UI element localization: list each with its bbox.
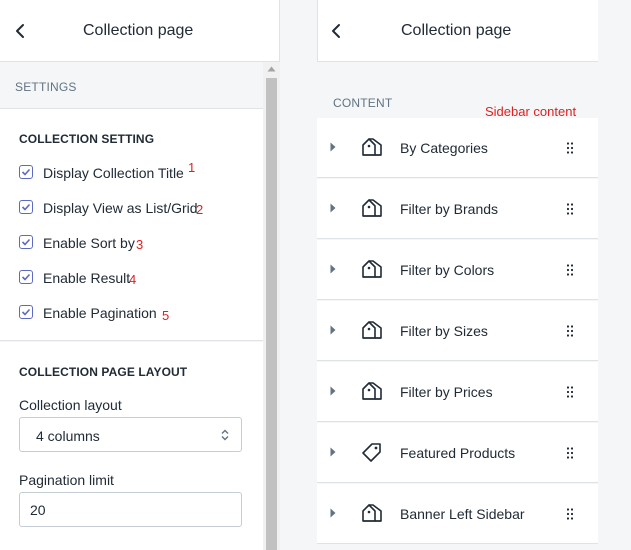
scroll-up-arrow-icon[interactable] — [267, 66, 276, 72]
checkbox-checked[interactable] — [19, 200, 33, 214]
checkmark-icon — [21, 203, 31, 211]
block-label: Filter by Prices — [400, 384, 493, 400]
checkmark-icon — [21, 308, 31, 316]
section-icon — [362, 138, 382, 156]
checkbox-display-collection-title[interactable]: Display Collection Title 1 — [19, 160, 259, 182]
collection-setting-heading: COLLECTION SETTING — [19, 132, 155, 146]
page-title: Collection page — [83, 22, 194, 39]
sidebar-block-item[interactable]: Banner Left Sidebar — [317, 484, 598, 544]
checkbox-label: Enable Result — [43, 270, 131, 286]
checkbox-label: Enable Pagination — [43, 305, 157, 321]
annotation-number: 5 — [162, 308, 170, 323]
section-icon — [362, 382, 382, 400]
expand-caret-icon[interactable] — [330, 508, 336, 518]
collection-layout-value: 4 columns — [36, 428, 100, 444]
expand-caret-icon[interactable] — [330, 386, 336, 396]
checkbox-enable-pagination[interactable]: Enable Pagination 5 — [19, 304, 259, 323]
block-label: Filter by Colors — [400, 262, 495, 278]
collection-page-layout-heading: COLLECTION PAGE LAYOUT — [19, 365, 188, 379]
checkmark-icon — [21, 238, 31, 246]
block-icon — [361, 503, 383, 528]
select-caret-icon — [221, 429, 229, 441]
right-content-panel: Collection page CONTENT Sidebar content … — [280, 0, 631, 550]
scrollbar[interactable] — [263, 62, 280, 550]
annotation-number: 4 — [129, 272, 137, 287]
sidebar-block-item[interactable]: By Categories — [317, 118, 598, 178]
pagination-limit-label: Pagination limit — [19, 472, 114, 488]
left-panel-header: Collection page — [0, 0, 280, 62]
right-edge-gutter — [598, 0, 631, 550]
pagination-limit-input[interactable] — [19, 492, 242, 527]
section-icon — [362, 504, 382, 522]
settings-section-bar: SETTINGS — [0, 62, 263, 109]
checkbox-enable-result[interactable]: Enable Result 4 — [19, 269, 259, 287]
content-label: CONTENT — [333, 96, 393, 110]
sidebar-block-item[interactable]: Filter by Brands — [317, 179, 598, 239]
block-icon — [361, 198, 383, 223]
checkbox-checked[interactable] — [19, 235, 33, 249]
page-title: Collection page — [401, 22, 512, 39]
checkbox-enable-sort-by[interactable]: Enable Sort by 3 — [19, 234, 259, 252]
sidebar-content-annotation: Sidebar content — [485, 104, 577, 119]
tag-icon — [362, 443, 381, 462]
sidebar-block-item[interactable]: Filter by Sizes — [317, 301, 598, 361]
annotation-number: 1 — [188, 160, 196, 175]
block-icon — [361, 259, 383, 284]
content-section-bar: CONTENT Sidebar content — [317, 70, 598, 119]
settings-label: SETTINGS — [15, 80, 77, 94]
drag-handle-icon[interactable] — [567, 203, 573, 215]
block-icon — [361, 442, 383, 467]
drag-handle-icon[interactable] — [567, 386, 573, 398]
scrollbar-thumb[interactable] — [266, 78, 277, 550]
drag-handle-icon[interactable] — [567, 142, 573, 154]
checkbox-display-view-as-list-grid[interactable]: Display View as List/Grid 2 — [19, 199, 259, 217]
sidebar-block-item[interactable]: Filter by Colors — [317, 240, 598, 300]
annotation-number: 2 — [196, 202, 204, 217]
section-icon — [362, 321, 382, 339]
back-arrow-icon[interactable] — [329, 22, 345, 40]
expand-caret-icon[interactable] — [330, 447, 336, 457]
back-arrow-icon[interactable] — [13, 22, 29, 40]
sidebar-block-item[interactable]: Filter by Prices — [317, 362, 598, 422]
right-panel-header: Collection page — [317, 0, 598, 62]
collection-setting-card: COLLECTION SETTING Display Collection Ti… — [0, 109, 263, 341]
section-icon — [362, 199, 382, 217]
collection-layout-select[interactable]: 4 columns — [19, 417, 242, 452]
sidebar-block-item[interactable]: Featured Products — [317, 423, 598, 483]
checkbox-checked[interactable] — [19, 270, 33, 284]
expand-caret-icon[interactable] — [330, 325, 336, 335]
collection-page-layout-card: COLLECTION PAGE LAYOUT Collection layout… — [0, 342, 263, 550]
block-icon — [361, 381, 383, 406]
section-icon — [362, 260, 382, 278]
drag-handle-icon[interactable] — [567, 264, 573, 276]
block-label: Banner Left Sidebar — [400, 506, 525, 522]
settings-scroll-region: SETTINGS COLLECTION SETTING Display Coll… — [0, 62, 280, 550]
checkbox-checked[interactable] — [19, 305, 33, 319]
block-label: Filter by Brands — [400, 201, 499, 217]
collection-layout-label: Collection layout — [19, 397, 122, 413]
expand-caret-icon[interactable] — [330, 203, 336, 213]
block-label: Featured Products — [400, 445, 516, 461]
checkbox-checked[interactable] — [19, 165, 33, 179]
block-label: By Categories — [400, 140, 488, 156]
block-icon — [361, 320, 383, 345]
block-label: Filter by Sizes — [400, 323, 488, 339]
checkbox-label: Display View as List/Grid — [43, 200, 198, 216]
sidebar-content-list: CONTENT Sidebar content By Categories Fi… — [317, 62, 598, 550]
checkmark-icon — [21, 273, 31, 281]
checkmark-icon — [21, 168, 31, 176]
annotation-number: 3 — [136, 237, 144, 252]
checkbox-label: Enable Sort by — [43, 235, 135, 251]
checkbox-label: Display Collection Title — [43, 165, 184, 181]
block-icon — [361, 137, 383, 162]
drag-handle-icon[interactable] — [567, 325, 573, 337]
expand-caret-icon[interactable] — [330, 142, 336, 152]
left-settings-panel: Collection page SETTINGS COLLECTION SETT… — [0, 0, 280, 550]
drag-handle-icon[interactable] — [567, 508, 573, 520]
drag-handle-icon[interactable] — [567, 447, 573, 459]
expand-caret-icon[interactable] — [330, 264, 336, 274]
